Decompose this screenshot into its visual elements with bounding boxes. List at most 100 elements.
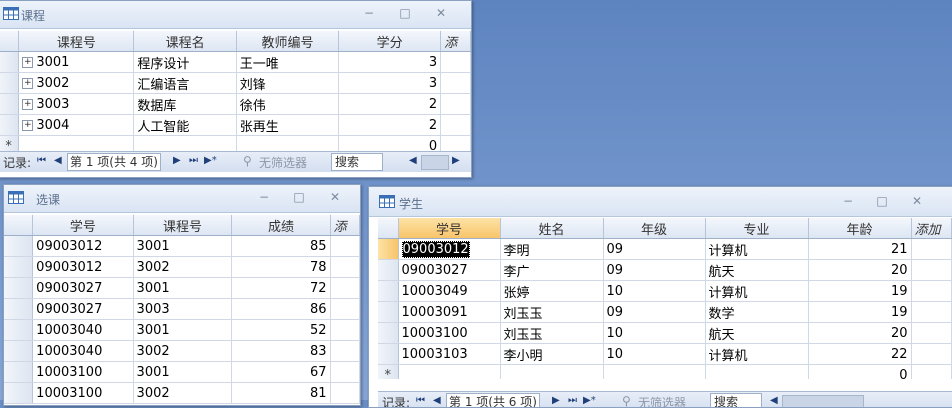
cell[interactable]: 3002	[36, 76, 69, 91]
cell[interactable]: 3002	[133, 256, 233, 278]
cell[interactable]: 09003027	[32, 277, 134, 299]
selected-value[interactable]: 09003012	[401, 240, 470, 258]
minimize-icon[interactable]: −	[840, 194, 856, 208]
cell[interactable]: 0	[808, 364, 912, 379]
cell[interactable]: 21	[808, 238, 912, 260]
cell[interactable]: 计算机	[705, 238, 809, 260]
cell[interactable]: 张再生	[236, 114, 340, 136]
cell[interactable]: 09003027	[398, 259, 501, 281]
cell[interactable]	[911, 280, 952, 302]
cell[interactable]	[330, 235, 360, 257]
cell[interactable]: 3001	[36, 55, 69, 70]
column-header[interactable]: 教师编号	[236, 31, 340, 52]
cell[interactable]: 81	[231, 382, 331, 404]
table-row[interactable]: 10003100 3001 67	[4, 361, 360, 383]
cell[interactable]: 人工智能	[133, 114, 237, 136]
cell[interactable]: 10003100	[32, 361, 134, 383]
new-record-row[interactable]: * 0	[0, 135, 471, 151]
cell[interactable]	[330, 382, 360, 404]
cell[interactable]: 刘锋	[236, 72, 340, 94]
expand-icon[interactable]: +	[22, 98, 34, 110]
enroll-titlebar[interactable]: 选课 − □ ✕	[4, 185, 360, 213]
cell[interactable]	[911, 322, 952, 344]
cell[interactable]: 10003040	[32, 319, 134, 341]
cell[interactable]: 20	[808, 259, 912, 281]
cell[interactable]: 刘玉玉	[500, 322, 604, 344]
previous-record-icon[interactable]: ◀	[54, 155, 62, 166]
cell[interactable]	[440, 135, 471, 151]
row-selector[interactable]	[378, 322, 399, 344]
scroll-right-icon[interactable]: ▶	[452, 155, 460, 166]
row-selector[interactable]	[378, 301, 399, 323]
cell[interactable]	[911, 343, 952, 365]
scroll-left-icon[interactable]: ◀	[770, 395, 778, 406]
cell[interactable]: 09003027	[32, 298, 134, 320]
table-row[interactable]: +3001 程序设计 王一唯 3	[0, 51, 471, 73]
column-header[interactable]: 课程号	[133, 215, 233, 236]
table-row[interactable]: 09003027 3003 86	[4, 298, 360, 320]
cell[interactable]: 3	[338, 72, 442, 94]
cell[interactable]: 09	[603, 259, 706, 281]
cell[interactable]: 王一唯	[236, 51, 340, 73]
cell[interactable]: 李小明	[500, 343, 604, 365]
cell[interactable]: 3002	[133, 382, 233, 404]
cell[interactable]: 09003012	[32, 256, 134, 278]
cell[interactable]: 航天	[705, 322, 809, 344]
row-selector[interactable]	[378, 343, 399, 365]
new-record-icon[interactable]: ▶*	[583, 395, 596, 406]
cell[interactable]: 张婷	[500, 280, 604, 302]
table-row[interactable]: 09003027 李广 09 航天 20	[378, 259, 952, 281]
select-all-corner[interactable]	[4, 215, 34, 236]
column-header[interactable]: 添	[440, 31, 471, 52]
cell[interactable]: 10003091	[398, 301, 501, 323]
record-position[interactable]: 第 1 项(共 6 项)	[446, 393, 540, 407]
table-row[interactable]: +3002 汇编语言 刘锋 3	[0, 72, 471, 94]
filter-status[interactable]: 无筛选器	[638, 394, 686, 407]
cell[interactable]: 10	[603, 280, 706, 302]
row-selector[interactable]	[0, 93, 20, 115]
expand-icon[interactable]: +	[22, 77, 34, 89]
close-icon[interactable]: ✕	[433, 6, 449, 20]
select-all-corner[interactable]	[0, 31, 20, 52]
cell[interactable]	[603, 364, 706, 379]
cell[interactable]	[330, 340, 360, 362]
cell[interactable]: 10	[603, 322, 706, 344]
cell[interactable]: 3003	[133, 298, 233, 320]
cell[interactable]: 20	[808, 322, 912, 344]
cell[interactable]	[18, 135, 135, 151]
cell[interactable]: 程序设计	[133, 51, 237, 73]
table-row[interactable]: 10003091 刘玉玉 09 数学 19	[378, 301, 952, 323]
row-selector[interactable]	[0, 72, 20, 94]
cell[interactable]	[330, 319, 360, 341]
cell[interactable]: 83	[231, 340, 331, 362]
maximize-icon[interactable]: □	[291, 190, 307, 204]
cell[interactable]	[911, 301, 952, 323]
maximize-icon[interactable]: □	[874, 194, 890, 208]
next-record-icon[interactable]: ▶	[173, 155, 181, 166]
table-row[interactable]: 10003040 3002 83	[4, 340, 360, 362]
table-row[interactable]: 10003103 李小明 10 计算机 22	[378, 343, 952, 365]
cell[interactable]: 19	[808, 301, 912, 323]
cell[interactable]	[330, 277, 360, 299]
column-header[interactable]: 课程名	[133, 31, 237, 52]
cell[interactable]: 78	[231, 256, 331, 278]
cell[interactable]: 10	[603, 343, 706, 365]
cell[interactable]: 刘玉玉	[500, 301, 604, 323]
cell[interactable]: 2	[338, 93, 442, 115]
select-all-corner[interactable]	[378, 218, 399, 239]
table-row[interactable]: 09003027 3001 72	[4, 277, 360, 299]
close-icon[interactable]: ✕	[909, 194, 925, 208]
row-selector[interactable]	[4, 298, 34, 320]
student-titlebar[interactable]: 学生 − □ ✕	[369, 187, 952, 217]
table-row[interactable]: 09003012 李明 09 计算机 21	[378, 238, 952, 260]
cell[interactable]	[500, 364, 604, 379]
table-row[interactable]: 09003012 3002 78	[4, 256, 360, 278]
cell[interactable]: 09	[603, 301, 706, 323]
cell[interactable]: 汇编语言	[133, 72, 237, 94]
enroll-window[interactable]: 选课 − □ ✕ 学号 课程号 成绩 添 09003012 3001 85 0900…	[3, 184, 361, 406]
cell[interactable]: 3004	[36, 118, 69, 133]
column-header[interactable]: 学分	[338, 31, 442, 52]
cell[interactable]: 徐伟	[236, 93, 340, 115]
new-record-row[interactable]: * 0	[378, 364, 952, 379]
cell[interactable]	[236, 135, 340, 151]
